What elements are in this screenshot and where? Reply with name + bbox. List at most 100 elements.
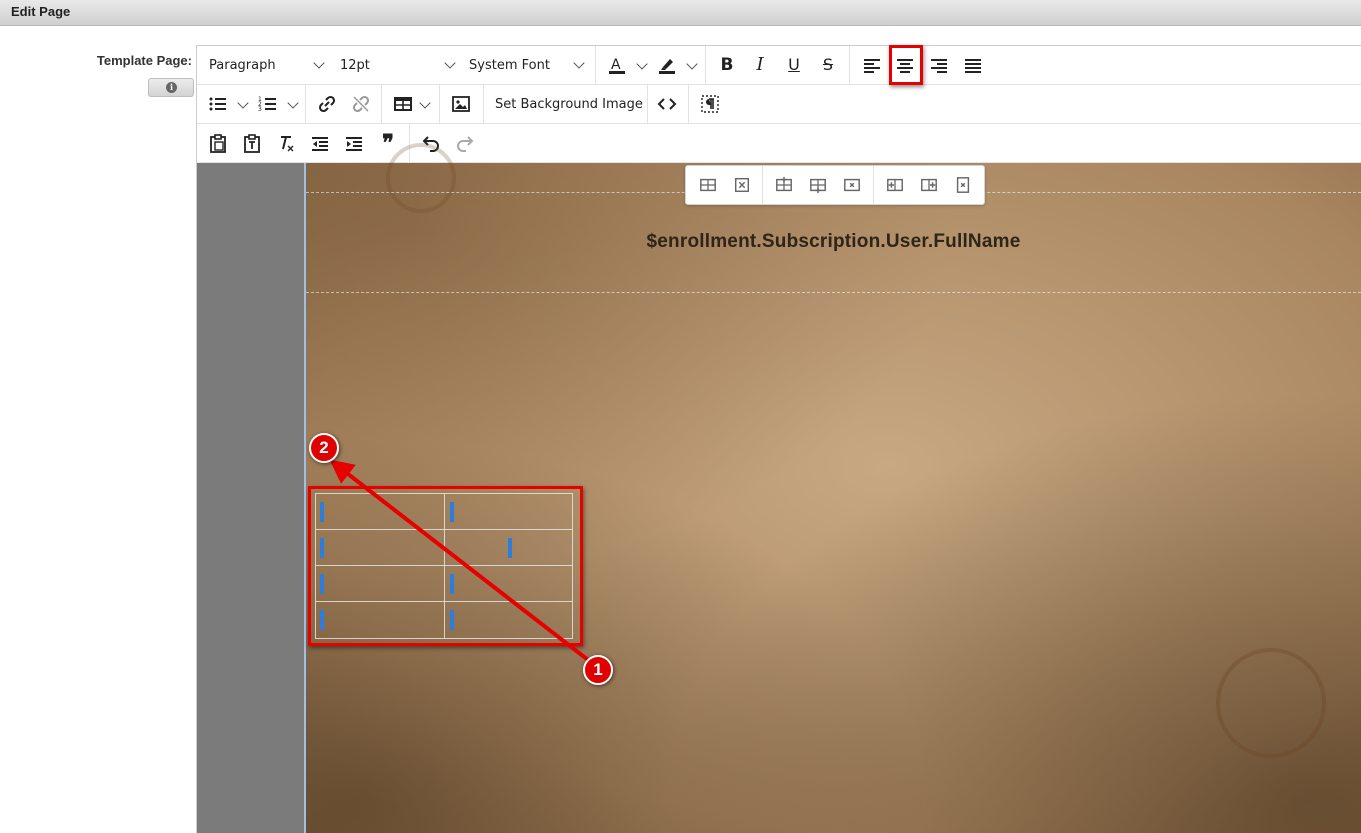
show-blocks-button[interactable] — [695, 89, 725, 119]
table-button[interactable] — [388, 89, 418, 119]
underline-button[interactable]: U — [779, 50, 809, 80]
italic-button[interactable]: I — [745, 50, 775, 80]
chevron-down-icon[interactable] — [237, 97, 249, 109]
unlink-icon — [352, 95, 370, 113]
delete-table-button[interactable] — [728, 171, 756, 199]
delete-row-button[interactable] — [838, 171, 866, 199]
align-left-icon — [864, 59, 880, 73]
table-context-toolbar — [685, 165, 985, 205]
separator — [483, 85, 484, 123]
delete-row-icon — [844, 178, 860, 192]
outdent-icon — [312, 137, 328, 151]
table-cell-marker — [320, 610, 324, 630]
strikethrough-button[interactable]: S — [813, 50, 843, 80]
edit-page-window: Edit Page Template Page: i Paragraph 12p… — [0, 0, 1361, 833]
align-left-button[interactable] — [857, 50, 887, 80]
coffee-stain — [1216, 648, 1326, 758]
insert-row-before-button[interactable] — [770, 171, 798, 199]
table-icon — [394, 97, 412, 111]
coffee-stain — [386, 143, 456, 213]
font-family-value: System Font — [469, 58, 550, 73]
insert-row-after-button[interactable] — [804, 171, 832, 199]
insert-column-after-icon — [921, 178, 937, 192]
separator — [705, 46, 706, 84]
table-column-divider — [444, 494, 445, 638]
bullet-list-icon — [209, 97, 226, 111]
bold-button[interactable]: B — [712, 50, 742, 80]
paste-button[interactable] — [203, 128, 233, 158]
strikethrough-icon: S — [822, 55, 834, 74]
chevron-down-icon[interactable] — [419, 97, 431, 109]
font-size-dropdown[interactable]: 12pt — [340, 53, 460, 79]
chevron-down-icon[interactable] — [636, 58, 648, 70]
highlight-color-button[interactable] — [652, 50, 682, 80]
paste-as-text-button[interactable] — [237, 128, 267, 158]
separator — [439, 85, 440, 123]
chevron-down-icon — [444, 57, 456, 69]
paste-text-icon — [244, 134, 260, 153]
separator — [688, 85, 689, 123]
table-cell-marker — [450, 502, 454, 522]
outdent-button[interactable] — [305, 128, 335, 158]
align-right-button[interactable] — [924, 50, 954, 80]
redo-button[interactable] — [450, 128, 480, 158]
page-gutter — [197, 163, 305, 833]
numbered-list-icon: 123 — [258, 96, 276, 113]
info-button[interactable]: i — [148, 78, 194, 97]
table-cell-marker — [450, 574, 454, 594]
indent-button[interactable] — [339, 128, 369, 158]
table-properties-button[interactable] — [694, 171, 722, 199]
table-cell-marker — [320, 502, 324, 522]
editor-content-area[interactable]: $enrollment.Subscription.User.FullName 1… — [197, 143, 1361, 833]
font-size-value: 12pt — [340, 58, 370, 73]
clipboard-icon — [210, 134, 226, 153]
table-cell-marker — [508, 538, 512, 558]
remove-link-button[interactable] — [346, 89, 376, 119]
document-table[interactable] — [315, 493, 573, 639]
insert-link-button[interactable] — [312, 89, 342, 119]
insert-column-before-icon — [887, 178, 903, 192]
text-color-icon: A — [609, 57, 625, 74]
align-center-icon — [897, 59, 913, 73]
insert-image-button[interactable] — [446, 89, 476, 119]
justify-icon — [965, 59, 981, 73]
chevron-down-icon — [313, 57, 325, 69]
delete-table-icon — [734, 177, 750, 193]
separator — [873, 166, 874, 204]
separator — [305, 85, 306, 123]
insert-column-before-button[interactable] — [881, 171, 909, 199]
blockquote-icon: ❞ — [382, 130, 394, 156]
highlighter-icon — [659, 59, 675, 74]
clear-formatting-button[interactable] — [271, 128, 301, 158]
separator — [647, 85, 648, 123]
italic-icon: I — [756, 54, 764, 75]
numbered-list-button[interactable]: 123 — [253, 89, 283, 119]
bold-icon: B — [720, 54, 734, 75]
separator — [595, 46, 596, 84]
chevron-down-icon[interactable] — [686, 58, 698, 70]
bullet-list-button[interactable] — [203, 89, 233, 119]
header-merge-field[interactable]: $enrollment.Subscription.User.FullName — [306, 231, 1361, 253]
set-background-image-button[interactable]: Set Background Image — [495, 92, 643, 118]
source-code-button[interactable] — [652, 89, 682, 119]
block-format-value: Paragraph — [209, 58, 276, 73]
font-family-dropdown[interactable]: System Font — [469, 53, 589, 79]
delete-column-button[interactable] — [949, 171, 977, 199]
justify-button[interactable] — [958, 50, 988, 80]
svg-text:3: 3 — [258, 106, 262, 113]
text-color-button[interactable]: A — [602, 50, 632, 80]
chevron-down-icon[interactable] — [287, 97, 299, 109]
toolbar-row-2: 123 Set Background Image — [197, 85, 1361, 124]
insert-column-after-button[interactable] — [915, 171, 943, 199]
table-properties-icon — [700, 178, 716, 192]
separator — [849, 46, 850, 84]
svg-text:A: A — [611, 57, 621, 73]
align-right-icon — [931, 59, 947, 73]
template-page-label: Template Page: — [96, 53, 192, 68]
block-format-dropdown[interactable]: Paragraph — [209, 53, 329, 79]
insert-row-before-icon — [776, 176, 792, 192]
title-bar: Edit Page — [0, 0, 1361, 26]
annotation-badge-1: 1 — [583, 655, 613, 685]
align-center-button[interactable] — [890, 50, 920, 80]
code-icon — [657, 98, 677, 110]
